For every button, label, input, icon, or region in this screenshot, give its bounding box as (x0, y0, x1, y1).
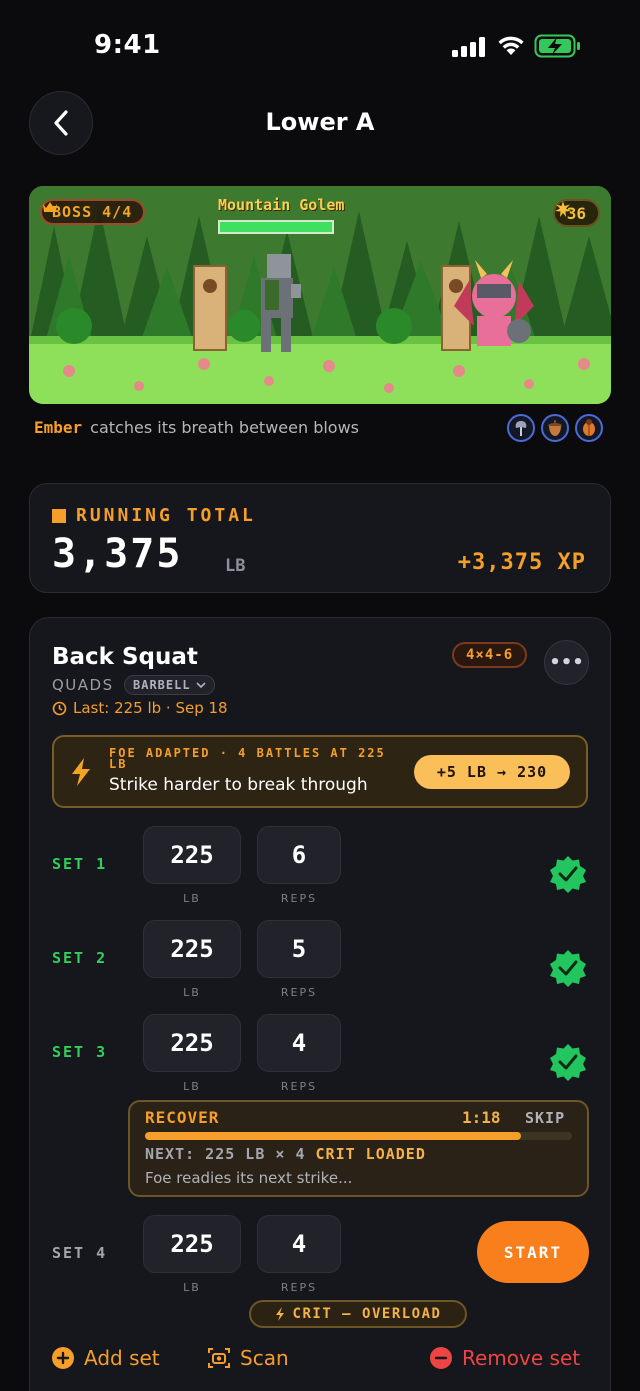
running-total-label: RUNNING TOTAL (76, 505, 256, 526)
minus-circle-icon (430, 1347, 452, 1369)
weight-unit-label: LB (183, 986, 201, 999)
running-total-card: RUNNING TOTAL 3,375 LB +3,375 XP (29, 483, 611, 593)
lightning-icon (72, 758, 90, 786)
set-label: SET 1 (52, 855, 108, 873)
ellipsis-icon: ••• (549, 652, 584, 673)
reps-unit-label: REPS (280, 1281, 318, 1294)
scan-button[interactable]: Scan (208, 1346, 289, 1370)
equipment-label: BARBELL (133, 678, 191, 692)
weight-unit-label: LB (183, 1080, 201, 1093)
cellular-signal-icon (452, 37, 485, 57)
reps-unit-label: REPS (280, 1080, 318, 1093)
recover-time: 1:18 (462, 1108, 501, 1127)
running-total-header: RUNNING TOTAL (52, 505, 256, 526)
recover-message: Foe readies its next strike... (145, 1169, 353, 1187)
next-set-info: NEXT: 225 LB × 4 CRIT LOADED (145, 1145, 426, 1163)
status-time: 9:41 (94, 30, 161, 60)
crit-loaded-text: CRIT LOADED (315, 1145, 426, 1163)
recover-progress-bar (145, 1132, 572, 1140)
weight-input[interactable]: 225 (143, 920, 241, 978)
axe-icon[interactable] (507, 414, 535, 442)
history-icon (52, 701, 67, 715)
status-bar: 9:41 (0, 0, 640, 90)
chevron-down-icon (196, 681, 206, 688)
crit-overload-label: CRIT — OVERLOAD (292, 1306, 442, 1322)
boss-health-bar (218, 220, 334, 234)
weight-input[interactable]: 225 (143, 826, 241, 884)
set-actions: Add set Scan Remove set (52, 1346, 592, 1376)
set-row: SET 1 225 6 LB REPS (30, 826, 612, 916)
reps-unit-label: REPS (280, 892, 318, 905)
reps-input[interactable]: 4 (257, 1215, 341, 1273)
beetle-icon[interactable] (575, 414, 603, 442)
burst-icon (554, 201, 571, 217)
crown-icon (43, 202, 57, 212)
reps-input[interactable]: 4 (257, 1014, 341, 1072)
set-row: SET 3 225 4 LB REPS (30, 1014, 612, 1104)
plus-circle-icon (52, 1347, 74, 1369)
running-total-value: 3,375 (52, 531, 183, 577)
last-session: Last: 225 lb · Sep 18 (52, 699, 228, 717)
check-badge-icon[interactable] (549, 949, 587, 987)
set-label: SET 2 (52, 949, 108, 967)
start-set-button[interactable]: START (477, 1221, 589, 1283)
boss-progress-label: BOSS 4/4 (52, 203, 133, 221)
rep-scheme-badge[interactable]: 4×4-6 (452, 642, 528, 668)
add-set-button[interactable]: Add set (52, 1346, 160, 1370)
boss-health-fill (220, 222, 332, 232)
weight-unit-label: LB (183, 1281, 201, 1294)
reps-input[interactable]: 6 (257, 826, 341, 884)
acorn-icon[interactable] (541, 414, 569, 442)
remove-set-label: Remove set (462, 1346, 581, 1370)
next-set-text: NEXT: 225 LB × 4 (145, 1145, 306, 1163)
more-options-button[interactable]: ••• (544, 640, 589, 685)
foe-adapted-banner: FOE ADAPTED · 4 BATTLES AT 225 LB Strike… (52, 735, 588, 808)
exercise-name: Back Squat (52, 644, 198, 670)
check-badge-icon[interactable] (549, 1043, 587, 1081)
set-label: SET 4 (52, 1244, 108, 1262)
star-count-badge: 36 (552, 199, 600, 227)
square-icon (52, 508, 66, 523)
recover-progress-fill (145, 1132, 521, 1140)
page-title: Lower A (265, 108, 375, 136)
set-label: SET 3 (52, 1043, 108, 1061)
weight-input[interactable]: 225 (143, 1014, 241, 1072)
reps-unit-label: REPS (280, 986, 318, 999)
battle-scene: BOSS 4/4 Mountain Golem 36 (29, 186, 611, 404)
foe-adapted-advice: Strike harder to break through (109, 775, 368, 795)
remove-set-button[interactable]: Remove set (430, 1346, 580, 1370)
wifi-icon (498, 36, 524, 55)
xp-gain: +3,375 XP (457, 550, 586, 575)
lightning-icon (275, 1307, 284, 1321)
item-badges (507, 414, 603, 442)
boss-progress-badge: BOSS 4/4 (40, 199, 146, 225)
set-row: SET 2 225 5 LB REPS (30, 920, 612, 1010)
caption-text: catches its breath between blows (90, 418, 360, 437)
scan-label: Scan (240, 1346, 289, 1370)
recover-title: RECOVER (145, 1108, 220, 1127)
running-total-unit: LB (225, 556, 246, 576)
character-name: Ember (34, 418, 83, 437)
battery-charging-icon (534, 34, 580, 58)
foe-adapted-text: FOE ADAPTED · 4 BATTLES AT 225 LB (109, 746, 386, 771)
boss-name: Mountain Golem (218, 196, 345, 214)
recover-timer-panel: RECOVER 1:18 SKIP NEXT: 225 LB × 4 CRIT … (128, 1100, 589, 1197)
exercise-card: Back Squat QUADS BARBELL Last: 225 lb · … (29, 617, 611, 1391)
reps-input[interactable]: 5 (257, 920, 341, 978)
exercise-muscle: QUADS (52, 676, 114, 694)
battle-caption: Ember catches its breath between blows (34, 418, 359, 437)
weight-suggestion-button[interactable]: +5 LB → 230 (414, 755, 570, 789)
crit-overload-badge: CRIT — OVERLOAD (249, 1300, 467, 1328)
last-session-text: Last: 225 lb · Sep 18 (73, 699, 228, 717)
weight-input[interactable]: 225 (143, 1215, 241, 1273)
weight-unit-label: LB (183, 892, 201, 905)
skip-button[interactable]: SKIP (525, 1109, 565, 1127)
equipment-selector[interactable]: BARBELL (124, 675, 215, 695)
add-set-label: Add set (84, 1346, 160, 1370)
check-badge-icon[interactable] (549, 855, 587, 893)
camera-scan-icon (208, 1348, 230, 1368)
